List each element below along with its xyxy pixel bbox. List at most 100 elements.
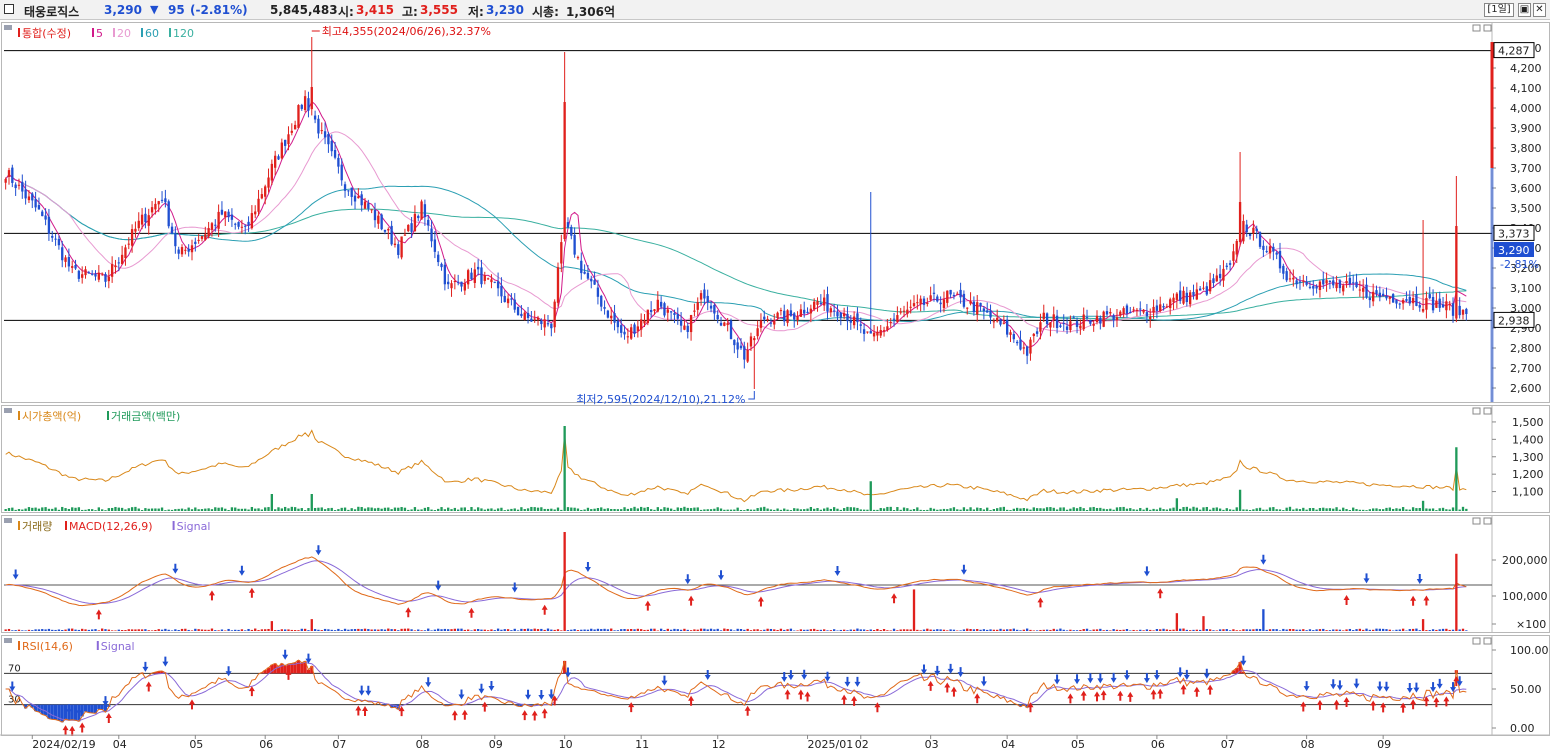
volume-bar: [1338, 629, 1342, 631]
candle-body: [403, 234, 407, 236]
candle-body: [400, 236, 403, 258]
trading-value-bar: [486, 508, 490, 511]
volume-bar: [1129, 630, 1132, 631]
candle-body: [274, 155, 277, 168]
volume-bar: [1125, 628, 1129, 631]
candle-body: [636, 326, 640, 331]
candle-body: [1418, 305, 1421, 308]
candle-body: [1355, 281, 1358, 288]
trading-value-bar: [676, 507, 679, 511]
candle-body: [872, 332, 876, 337]
open-label: 시:: [338, 5, 354, 19]
candle-body: [1225, 265, 1228, 267]
trading-value-bar: [210, 509, 214, 511]
trading-value-bar: [666, 507, 669, 511]
overbought-fill: [296, 660, 301, 674]
candle-body: [986, 310, 989, 313]
trading-value-bar: [1338, 509, 1342, 511]
volume-bar: [423, 630, 427, 631]
volume-bar: [779, 628, 783, 631]
candle-body: [1182, 290, 1185, 304]
buy-arrow-icon: [804, 691, 811, 702]
trading-value-bar: [67, 508, 71, 511]
trading-value-bar: [879, 507, 882, 511]
legend-item: 5: [96, 27, 103, 40]
volume-bar: [104, 629, 107, 631]
ma120-line: [5, 173, 1467, 320]
period-button[interactable]: [1일]: [1484, 3, 1514, 17]
trading-value-bar: [1252, 509, 1255, 511]
volume-bar: [61, 629, 64, 631]
candle-body: [447, 281, 450, 285]
select-checkbox[interactable]: [4, 4, 14, 14]
candle-body: [440, 263, 443, 268]
candle-body: [1368, 297, 1372, 301]
candle-body: [1302, 280, 1305, 282]
trading-value-bar: [84, 509, 87, 511]
volume-bar: [1169, 629, 1172, 631]
volume-bar: [1039, 629, 1042, 631]
trading-value-bar: [839, 509, 842, 511]
trading-value-bar: [1125, 508, 1129, 511]
candle-body: [846, 313, 849, 322]
volume-bar: [1335, 629, 1338, 631]
trading-value-bar: [1132, 509, 1135, 511]
volume-bar: [926, 628, 929, 631]
volume-bar: [204, 629, 207, 631]
trading-value-bar: [1035, 508, 1039, 511]
chart-canvas[interactable]: 통합(수정)520601204,3004,2004,1004,0003,9003…: [0, 20, 1550, 753]
buy-arrow-icon: [541, 604, 548, 615]
volume-bar: [679, 629, 683, 631]
trading-value-bar: [912, 509, 916, 511]
volume-bar: [473, 629, 476, 631]
candle-body: [470, 272, 473, 280]
candle-body: [862, 329, 866, 334]
volume-bar: [1095, 629, 1099, 631]
restore-icon[interactable]: ▣: [1518, 3, 1531, 17]
candle-body: [1175, 293, 1179, 300]
volume-bar: [230, 630, 234, 631]
volume-bar: [769, 628, 773, 631]
trading-value-bar: [194, 507, 197, 511]
volume-bar: [1195, 629, 1198, 631]
trading-value-bar: [729, 509, 733, 511]
candle-body: [1002, 322, 1006, 324]
volume-bar: [952, 629, 956, 631]
x-tick-label: 05: [1071, 738, 1085, 751]
trading-value-bar: [1292, 509, 1295, 511]
trading-value-bar: [952, 507, 956, 511]
volume-bar: [832, 629, 836, 631]
candle-body: [1278, 250, 1282, 269]
close-icon[interactable]: ✕: [1533, 3, 1546, 17]
candle-body: [776, 312, 779, 318]
candle-body: [826, 294, 829, 312]
trading-value-bar: [1408, 509, 1411, 511]
candle-body: [969, 301, 972, 304]
candle-body: [1292, 277, 1295, 280]
candle-body: [1012, 334, 1015, 340]
volume-bar: [986, 629, 989, 631]
stock-name[interactable]: 태웅로직스: [24, 3, 79, 20]
buy-arrow-icon: [188, 699, 195, 710]
volume-bar: [556, 629, 560, 631]
volume-bar: [613, 630, 616, 631]
trading-value-bar: [876, 509, 879, 511]
sell-arrow-icon: [1074, 674, 1081, 685]
buy-arrow-icon: [1193, 686, 1200, 697]
legend-item: 통합(수정): [22, 27, 71, 40]
trading-value-bar: [1391, 508, 1395, 511]
trading-value-bar: [1175, 498, 1179, 511]
trading-value-bar: [620, 509, 623, 511]
volume-bar: [1052, 628, 1055, 631]
candle-body: [879, 329, 882, 336]
volume-bar: [170, 630, 174, 631]
open-value: 3,415: [356, 3, 394, 17]
volume-bar: [759, 630, 763, 631]
trading-value-bar: [297, 508, 300, 511]
y-tick-label: 4,000: [1510, 102, 1542, 115]
trading-value-bar: [260, 509, 264, 511]
volume-bar: [1408, 629, 1411, 631]
candle-body: [370, 209, 373, 211]
candle-body: [1282, 265, 1285, 274]
buy-arrow-icon: [1067, 693, 1074, 704]
